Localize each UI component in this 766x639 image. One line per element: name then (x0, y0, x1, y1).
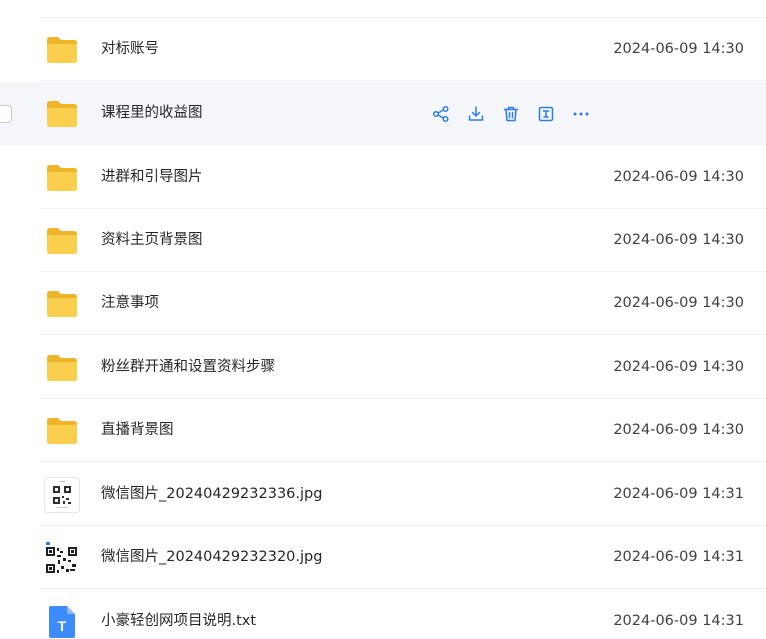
file-name[interactable]: 微信图片_20240429232336.jpg (101, 463, 322, 526)
file-date: 2024-06-09 14:30 (613, 232, 744, 248)
file-row[interactable]: 微信图片_20240429232320.jpg 2024-06-09 14:31 (0, 526, 766, 589)
delete-icon[interactable] (500, 103, 522, 125)
file-date: 2024-06-09 14:30 (613, 169, 744, 185)
file-row[interactable]: 对标账号 2024-06-09 14:30 (0, 18, 766, 81)
image-thumbnail-icon (44, 540, 80, 576)
file-name[interactable]: 进群和引导图片 (101, 146, 203, 209)
share-icon[interactable] (430, 103, 452, 125)
divider (40, 588, 766, 589)
file-row[interactable]: 微信图片_20240429232336.jpg 2024-06-09 14:31 (0, 463, 766, 526)
folder-icon (44, 32, 80, 68)
file-row[interactable]: 注意事项 2024-06-09 14:30 (0, 272, 766, 335)
file-date: 2024-06-09 14:30 (613, 41, 744, 57)
folder-icon (44, 96, 80, 132)
file-row[interactable]: 粉丝群开通和设置资料步骤 2024-06-09 14:30 (0, 336, 766, 399)
image-thumbnail-icon (44, 477, 80, 513)
folder-icon (44, 223, 80, 259)
file-date: 2024-06-09 14:31 (613, 549, 744, 565)
file-name[interactable]: 对标账号 (101, 18, 159, 81)
file-date: 2024-06-09 14:31 (613, 486, 744, 502)
file-name[interactable]: 小豪轻创网项目说明.txt (101, 590, 256, 639)
file-name[interactable]: 微信图片_20240429232320.jpg (101, 526, 322, 589)
file-row-hovered[interactable]: 课程里的收益图 (0, 82, 766, 145)
file-row[interactable]: T 小豪轻创网项目说明.txt 2024-06-09 14:31 (0, 590, 766, 639)
folder-icon (44, 350, 80, 386)
file-name[interactable]: 注意事项 (101, 272, 159, 335)
file-date: 2024-06-09 14:30 (613, 359, 744, 375)
row-actions (430, 103, 592, 125)
folder-icon (44, 286, 80, 322)
download-icon[interactable] (465, 103, 487, 125)
file-name[interactable]: 资料主页背景图 (101, 209, 203, 272)
row-checkbox[interactable] (0, 105, 12, 123)
file-name[interactable]: 课程里的收益图 (101, 82, 203, 145)
file-date: 2024-06-09 14:31 (613, 613, 744, 629)
divider (40, 334, 766, 335)
more-icon[interactable] (570, 103, 592, 125)
file-row[interactable]: 进群和引导图片 2024-06-09 14:30 (0, 146, 766, 209)
file-name[interactable]: 粉丝群开通和设置资料步骤 (101, 336, 275, 399)
svg-text:T: T (58, 618, 67, 634)
file-row[interactable]: 直播背景图 2024-06-09 14:30 (0, 399, 766, 462)
file-date: 2024-06-09 14:30 (613, 295, 744, 311)
divider (40, 80, 766, 81)
txt-file-icon: T (44, 604, 80, 639)
file-name[interactable]: 直播背景图 (101, 399, 174, 462)
file-list: 对标账号 2024-06-09 14:30 课程里的收益图 进群和引导图片 20… (0, 0, 766, 639)
folder-icon (44, 413, 80, 449)
rename-icon[interactable] (535, 103, 557, 125)
folder-icon (44, 160, 80, 196)
divider (40, 461, 766, 462)
file-date: 2024-06-09 14:30 (613, 422, 744, 438)
file-row[interactable]: 资料主页背景图 2024-06-09 14:30 (0, 209, 766, 272)
